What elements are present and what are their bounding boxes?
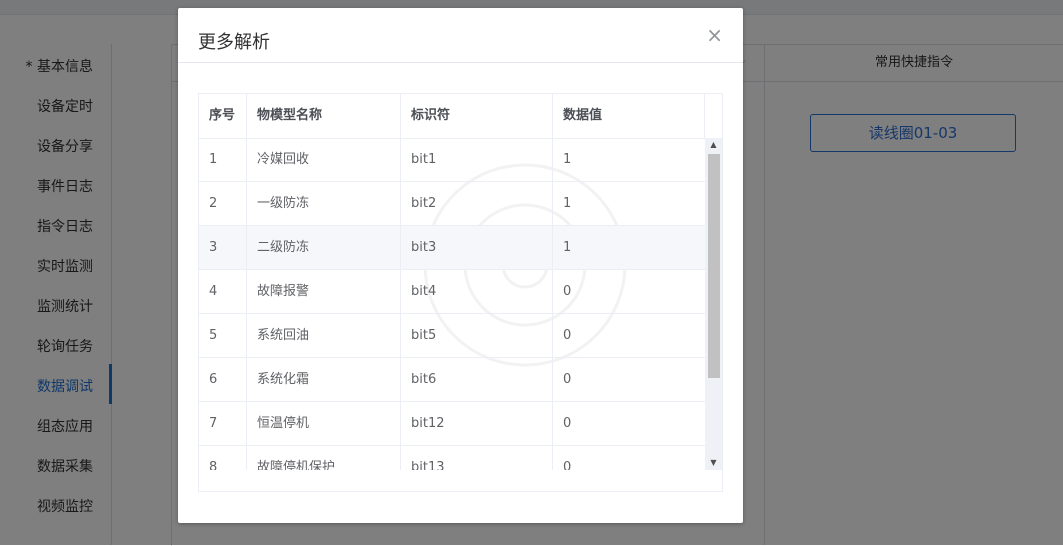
table-row[interactable]: 4 故障报警 bit4 0	[199, 270, 705, 314]
cell-data-value: 0	[563, 416, 572, 431]
cell-identifier: bit3	[401, 226, 553, 270]
cell-data-value: 1	[563, 196, 572, 211]
cell-identifier: bit2	[401, 182, 553, 226]
cell-identifier: bit5	[401, 314, 553, 358]
table-header: 序号 物模型名称 标识符 数据值	[199, 94, 722, 139]
more-parse-dialog: 更多解析 × 序号 物模型名称 标识符 数据值 1 冷媒回收 bit1 1 2 …	[178, 8, 743, 523]
cell-model-name: 故障报警	[247, 270, 401, 314]
cell-index: 3	[199, 226, 247, 270]
column-header-identifier: 标识符	[401, 94, 553, 138]
cell-identifier: bit12	[401, 402, 553, 446]
cell-index: 5	[199, 314, 247, 358]
table-row[interactable]: 6 系统化霜 bit6 0	[199, 358, 705, 402]
column-header-gutter	[705, 94, 722, 138]
cell-model-name: 系统化霜	[247, 358, 401, 402]
cell-model-name: 系统回油	[247, 314, 401, 358]
cell-index: 4	[199, 270, 247, 314]
cell-model-name: 一级防冻	[247, 182, 401, 226]
cell-identifier: bit1	[401, 138, 553, 182]
table-row[interactable]: 2 一级防冻 bit2 1	[199, 182, 705, 226]
arrow-down-icon[interactable]: ▼	[705, 456, 722, 470]
table-row[interactable]: 7 恒温停机 bit12 0	[199, 402, 705, 446]
cell-identifier: bit13	[401, 446, 553, 470]
cell-index: 7	[199, 402, 247, 446]
cell-model-name: 恒温停机	[247, 402, 401, 446]
column-header-index: 序号	[199, 94, 247, 138]
table-row[interactable]: 8 故障停机保护 bit13 0	[199, 446, 705, 470]
table-row-highlighted[interactable]: 3 二级防冻 bit3 1	[199, 226, 705, 270]
cell-index: 6	[199, 358, 247, 402]
cell-data-value: 1	[563, 240, 572, 255]
table-row[interactable]: 5 系统回油 bit5 0	[199, 314, 705, 358]
cell-identifier: bit6	[401, 358, 553, 402]
cell-index: 2	[199, 182, 247, 226]
cell-data-value: 0	[563, 284, 572, 299]
cell-index: 8	[199, 446, 247, 470]
column-header-model-name: 物模型名称	[247, 94, 401, 138]
parse-table: 序号 物模型名称 标识符 数据值 1 冷媒回收 bit1 1 2 一级防冻 bi…	[198, 93, 723, 492]
scrollbar-thumb[interactable]	[708, 154, 720, 378]
cell-model-name: 二级防冻	[247, 226, 401, 270]
table-body: 1 冷媒回收 bit1 1 2 一级防冻 bit2 1 3 二级防冻 bit3 …	[199, 138, 705, 470]
cell-data-value: 1	[563, 152, 572, 167]
dialog-divider	[178, 62, 743, 63]
dialog-title: 更多解析	[198, 32, 270, 53]
arrow-up-icon[interactable]: ▲	[705, 138, 722, 152]
cell-model-name: 故障停机保护	[247, 446, 401, 470]
table-row[interactable]: 1 冷媒回收 bit1 1	[199, 138, 705, 182]
cell-data-value: 0	[563, 328, 572, 343]
column-header-data-value: 数据值	[553, 94, 705, 138]
table-scrollbar[interactable]: ▲ ▼	[705, 138, 722, 470]
cell-index: 1	[199, 138, 247, 182]
cell-identifier: bit4	[401, 270, 553, 314]
cell-model-name: 冷媒回收	[247, 138, 401, 182]
cell-data-value: 0	[563, 460, 572, 470]
close-icon[interactable]: ×	[706, 24, 723, 46]
cell-data-value: 0	[563, 372, 572, 387]
